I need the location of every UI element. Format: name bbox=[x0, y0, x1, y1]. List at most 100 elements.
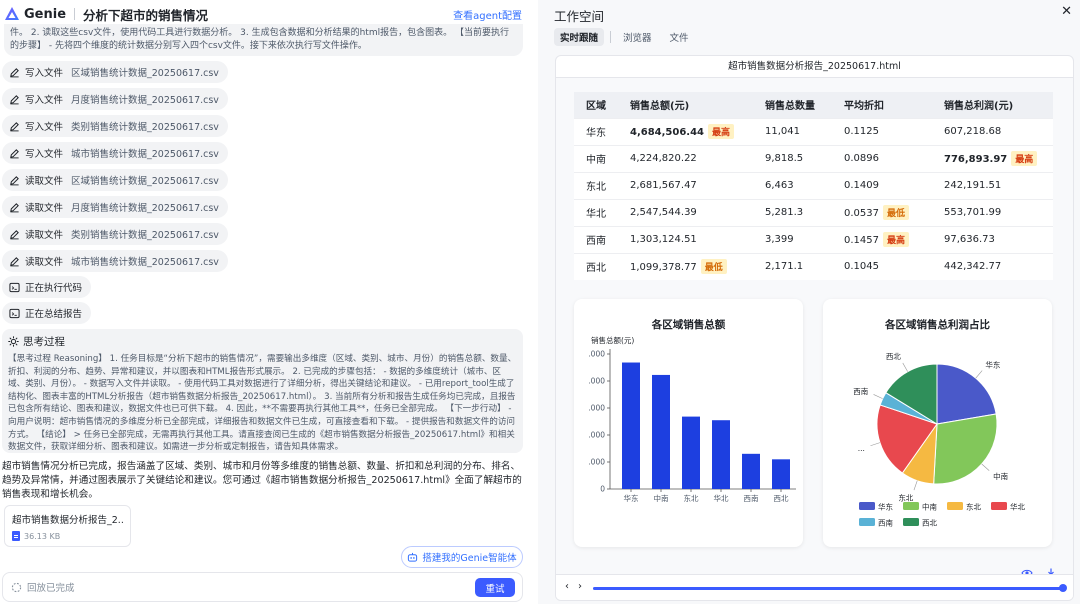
chevron-right-icon[interactable]: › bbox=[578, 581, 582, 592]
report-file-card[interactable]: 超市销售数据分析报告_2... 36.13 KB bbox=[4, 505, 131, 547]
bar bbox=[772, 459, 790, 489]
col-header: 销售总额(元) bbox=[618, 92, 753, 118]
pie-slice bbox=[933, 413, 998, 485]
action-chip[interactable]: 读取文件 区域销售统计数据_20250617.csv bbox=[2, 169, 228, 191]
y-tick-label: .000 bbox=[588, 431, 605, 440]
action-chip[interactable]: 正在总结报告 bbox=[2, 302, 92, 324]
table-cell: 1,099,378.77 最低 bbox=[618, 252, 753, 280]
slice-leader-line bbox=[981, 463, 990, 471]
cell-value: 2,547,544.39 bbox=[630, 207, 697, 218]
table-cell: 242,191.51 bbox=[932, 171, 1053, 199]
tab-browser[interactable]: 浏览器 bbox=[617, 28, 658, 46]
action-label: 正在执行代码 bbox=[25, 283, 83, 294]
build-agent-button[interactable]: 搭建我的Genie智能体 bbox=[401, 546, 523, 568]
replay-status: 回放已完成 bbox=[27, 583, 75, 594]
bar-chart-card: 各区域销售总额 销售总额(元) 0.000.000.000.000.000 华东 中南… bbox=[574, 299, 803, 547]
sun-icon bbox=[8, 336, 19, 347]
action-label: 读取文件 bbox=[25, 176, 64, 187]
report-content[interactable]: 区域 销售总额(元) 销售总数量 平均折扣 销售总利润(元) 华东 4,684,5… bbox=[556, 78, 1073, 600]
cell-value: 4,224,820.22 bbox=[630, 153, 697, 164]
y-tick-label: .000 bbox=[588, 404, 605, 413]
chat-input-bar[interactable]: 回放已完成 重试 bbox=[2, 572, 523, 602]
cell-value: 242,191.51 bbox=[944, 180, 1002, 191]
agent-config-link[interactable]: 查看agent配置 bbox=[453, 7, 522, 22]
tab-files[interactable]: 文件 bbox=[664, 28, 695, 46]
slice-leader-line bbox=[902, 362, 908, 372]
action-file: 类别销售统计数据_20250617.csv bbox=[71, 122, 219, 133]
table-cell: 东北 bbox=[574, 171, 618, 199]
legend-label: 东北 bbox=[966, 502, 981, 512]
cell-value: 2,171.1 bbox=[765, 261, 804, 273]
legend-label: 华东 bbox=[878, 502, 893, 512]
table-cell: 6,463 bbox=[753, 171, 832, 199]
nav-arrows: ‹ › bbox=[565, 581, 582, 592]
action-chip[interactable]: 正在执行代码 bbox=[2, 276, 92, 298]
cell-value: 东北 bbox=[586, 182, 606, 193]
action-file: 城市销售统计数据_20250617.csv bbox=[71, 257, 219, 268]
y-axis-label: 销售总额(元) bbox=[591, 335, 634, 345]
action-file: 区域销售统计数据_20250617.csv bbox=[71, 176, 219, 187]
table-cell: 553,701.99 bbox=[932, 198, 1053, 226]
tab-divider bbox=[610, 31, 612, 43]
pie-chart-card: 各区域销售总利润占比 华东 中南 东北... 西南 西北 华东 中南 东北 华北 西南 西北 bbox=[823, 299, 1052, 547]
thinking-title[interactable]: 思考过程 bbox=[8, 334, 517, 349]
action-chip[interactable]: 写入文件 类别销售统计数据_20250617.csv bbox=[2, 115, 228, 137]
app-name: Genie bbox=[24, 6, 67, 22]
table-row: 西南 1,303,124.51 3,399 0.1457 最高 97,636.73 bbox=[574, 225, 1053, 253]
x-tick-label: 中南 bbox=[654, 493, 669, 503]
cell-value: 5,281.3 bbox=[765, 207, 804, 218]
action-chip[interactable]: 读取文件 月度销售统计数据_20250617.csv bbox=[2, 196, 228, 218]
table-cell: 西北 bbox=[574, 252, 618, 280]
y-tick-label: .000 bbox=[588, 458, 605, 467]
table-cell: 4,684,506.44 最高 bbox=[618, 117, 753, 145]
tab-live-follow[interactable]: 实时跟随 bbox=[554, 28, 605, 46]
action-chip[interactable]: 写入文件 城市销售统计数据_20250617.csv bbox=[2, 142, 228, 164]
app-logo[interactable]: Genie bbox=[4, 6, 66, 22]
table-row: 西北 1,099,378.77 最低 2,171.1 0.1045 442,342.77 bbox=[574, 252, 1053, 280]
cell-value: 0.1409 bbox=[844, 180, 879, 191]
file-size: 36.13 KB bbox=[24, 531, 61, 541]
table-row: 东北 2,681,567.47 6,463 0.1409 242,191.51 bbox=[574, 171, 1053, 199]
file-icon bbox=[12, 531, 20, 541]
table-cell: 776,893.97 最高 bbox=[932, 144, 1053, 172]
table-cell: 11,041 bbox=[753, 117, 832, 145]
retry-button[interactable]: 重试 bbox=[475, 578, 515, 597]
bar bbox=[712, 420, 730, 489]
action-chip[interactable]: 写入文件 月度销售统计数据_20250617.csv bbox=[2, 88, 228, 110]
progress-knob[interactable] bbox=[1059, 584, 1067, 592]
action-label: 读取文件 bbox=[25, 230, 64, 241]
table-cell: 0.0537 最低 bbox=[832, 198, 932, 226]
workspace-title: 工作空间 bbox=[554, 9, 605, 24]
header-divider bbox=[74, 8, 76, 20]
close-icon[interactable]: ✕ bbox=[1061, 4, 1072, 19]
rank-badge: 最低 bbox=[700, 259, 727, 275]
col-header: 平均折扣 bbox=[832, 92, 932, 118]
legend-label: 西南 bbox=[878, 518, 893, 528]
x-tick-label: 华北 bbox=[714, 493, 729, 503]
action-label: 读取文件 bbox=[25, 203, 64, 214]
document-title: 超市销售数据分析报告_20250617.html bbox=[556, 56, 1073, 78]
table-cell: 9,818.5 bbox=[753, 144, 832, 172]
slice-leader-line bbox=[975, 370, 983, 379]
action-chip[interactable]: 读取文件 城市销售统计数据_20250617.csv bbox=[2, 250, 228, 272]
action-label: 写入文件 bbox=[25, 122, 64, 133]
edit-icon bbox=[10, 229, 19, 239]
cell-value: 3,399 bbox=[765, 234, 794, 245]
table-cell: 3,399 bbox=[753, 225, 832, 253]
chevron-left-icon[interactable]: ‹ bbox=[565, 581, 569, 592]
legend-label: 西北 bbox=[922, 519, 937, 528]
document-viewer: 超市销售数据分析报告_20250617.html 区域 销售总额(元) 销售总数… bbox=[555, 55, 1074, 601]
table-cell: 5,281.3 bbox=[753, 198, 832, 226]
legend-swatch bbox=[991, 502, 1007, 510]
slice-leader-line bbox=[870, 442, 881, 447]
thinking-title-text: 思考过程 bbox=[23, 336, 65, 348]
x-tick-label: 华东 bbox=[624, 493, 639, 503]
action-chip[interactable]: 写入文件 区域销售统计数据_20250617.csv bbox=[2, 61, 228, 83]
action-chip[interactable]: 读取文件 类别销售统计数据_20250617.csv bbox=[2, 223, 228, 245]
loading-icon bbox=[11, 582, 22, 592]
playback-progress[interactable] bbox=[593, 584, 1067, 592]
y-tick-label: .000 bbox=[588, 350, 605, 359]
col-header: 销售总利润(元) bbox=[932, 92, 1053, 118]
cell-value: 中南 bbox=[586, 155, 606, 166]
bar bbox=[682, 416, 700, 489]
